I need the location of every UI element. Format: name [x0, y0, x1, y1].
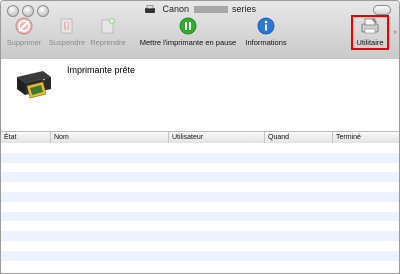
empty-row: [1, 152, 399, 163]
pause-printer-button[interactable]: Mettre l'imprimante en pause: [135, 17, 241, 51]
empty-row: [1, 172, 399, 183]
informations-label: Informations: [245, 38, 287, 47]
empty-row: [1, 250, 399, 261]
printer-title-icon: [144, 5, 155, 13]
resume-job-icon: [101, 17, 116, 34]
window-title-prefix: Canon: [162, 4, 189, 14]
suspendre-button[interactable]: Suspendre: [47, 17, 87, 51]
column-header-quand[interactable]: Quand: [265, 132, 333, 143]
printer-status-area: Imprimante prête: [1, 59, 399, 131]
supprimer-label: Supprimer: [6, 38, 42, 47]
pause-printer-label: Mettre l'imprimante en pause: [139, 38, 237, 47]
pause-printer-icon: [179, 17, 197, 35]
informations-button[interactable]: Informations: [243, 17, 289, 51]
toolbar-overflow-chevron-icon[interactable]: »: [393, 29, 397, 36]
empty-row: [1, 260, 399, 271]
delete-icon: [15, 17, 33, 35]
model-name-redaction: [193, 6, 228, 13]
column-header-utilisateur[interactable]: Utilisateur: [169, 132, 265, 143]
window-title: Canon series: [1, 4, 399, 14]
suspendre-label: Suspendre: [48, 38, 86, 47]
supprimer-button[interactable]: Supprimer: [5, 17, 43, 51]
empty-row: [1, 191, 399, 202]
job-list-table: État Nom Utilisateur Quand Terminé: [1, 131, 399, 271]
empty-row: [1, 221, 399, 232]
empty-row: [1, 162, 399, 173]
column-header-etat[interactable]: État: [1, 132, 51, 143]
reprendre-button[interactable]: Reprendre: [89, 17, 127, 51]
empty-row: [1, 143, 399, 153]
utilitaire-highlight-box: [351, 15, 389, 50]
printer-icon: [17, 71, 51, 99]
reprendre-label: Reprendre: [90, 38, 126, 47]
empty-row: [1, 240, 399, 251]
print-queue-window: Canon series Supprimer Suspendre Reprend…: [0, 0, 400, 274]
column-header-termine[interactable]: Terminé: [333, 132, 399, 143]
empty-row: [1, 201, 399, 212]
empty-row: [1, 182, 399, 192]
job-list-rows: [1, 143, 399, 271]
pause-job-icon: [60, 18, 73, 34]
title-bar-toolbar: Canon series Supprimer Suspendre Reprend…: [1, 1, 399, 60]
toolbar-toggle-button[interactable]: [373, 5, 391, 15]
empty-row: [1, 231, 399, 241]
printer-status-text: Imprimante prête: [67, 65, 136, 75]
empty-row: [1, 211, 399, 222]
window-title-suffix: series: [232, 4, 257, 14]
info-icon: [257, 17, 275, 35]
column-header-nom[interactable]: Nom: [51, 132, 169, 143]
